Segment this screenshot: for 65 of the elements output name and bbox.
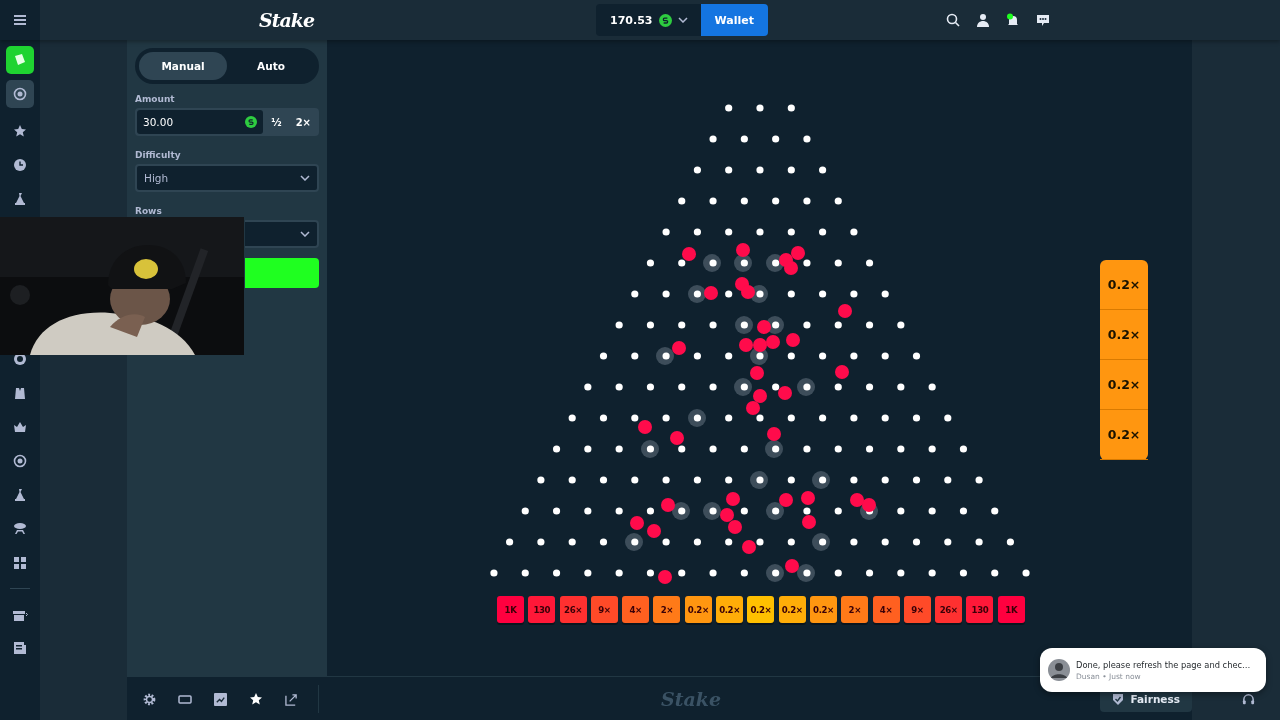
theatre-mode-icon[interactable] [178, 694, 192, 704]
logo[interactable]: Stake [259, 9, 315, 31]
multiplier-slot: 0.2× [778, 596, 806, 623]
coin-icon [245, 116, 257, 128]
chat-icon[interactable] [1036, 13, 1050, 27]
casino-button[interactable] [6, 46, 34, 74]
multiplier-slot: 4× [872, 596, 900, 623]
menu-icon[interactable] [14, 15, 26, 25]
multiplier-slot: 9× [590, 596, 618, 623]
result-tile: 0.2× [1100, 360, 1148, 410]
multiplier-slot: 0.2× [716, 596, 744, 623]
multiplier-slot: 2× [841, 596, 869, 623]
ball-icon [13, 87, 27, 101]
wallet-button[interactable]: Wallet [700, 4, 768, 36]
search-icon[interactable] [946, 13, 960, 27]
bell-icon[interactable] [1006, 13, 1020, 27]
chevron-down-icon [300, 175, 310, 181]
field-label: Rows [135, 206, 163, 216]
shield-icon [1112, 692, 1125, 706]
chevron-down-icon [300, 231, 310, 237]
result-tile: 0.2× [1100, 410, 1148, 460]
field-label: Difficulty [135, 150, 182, 160]
expand-icon[interactable] [285, 692, 298, 706]
result-tile: 0.2× [1100, 260, 1148, 310]
multiplier-slot: 0.2× [747, 596, 775, 623]
multiplier-slot: 130 [528, 596, 556, 623]
user-icon[interactable] [976, 13, 990, 27]
settings-icon[interactable] [143, 692, 156, 706]
multiplier-slot: 0.2× [809, 596, 837, 623]
headset-icon[interactable] [1242, 693, 1255, 706]
chart-icon[interactable] [214, 692, 227, 706]
star-icon[interactable] [249, 692, 263, 706]
multiplier-slot: 1K [497, 596, 524, 623]
amount-field[interactable]: 30.00 [137, 110, 263, 134]
coin-icon [658, 13, 672, 27]
half-button[interactable]: ½ [263, 110, 290, 134]
multiplier-slot: 0.2× [684, 596, 712, 623]
multiplier-slot: 26× [935, 596, 963, 623]
avatar-icon [1048, 659, 1070, 681]
chevron-down-icon [677, 17, 688, 23]
cone-icon[interactable] [13, 192, 27, 206]
multiplier-slot: 4× [622, 596, 650, 623]
mode-tab[interactable]: Auto [227, 52, 315, 80]
result-tile: 0.2× [1100, 310, 1148, 360]
table-icon[interactable] [13, 522, 27, 536]
mode-tab[interactable]: Manual [139, 52, 227, 80]
cone-icon[interactable] [13, 488, 27, 502]
multiplier-slot: 9× [903, 596, 931, 623]
difficulty-select[interactable]: High [135, 164, 319, 192]
multiplier-slot: 1K [997, 596, 1025, 623]
field-label: Amount [135, 94, 176, 104]
multiplier-slot: 2× [653, 596, 681, 623]
crown-icon[interactable] [13, 420, 27, 434]
shirt-icon[interactable] [13, 386, 27, 400]
sports-button[interactable] [6, 80, 34, 108]
multiplier-slot: 26× [559, 596, 587, 623]
target-icon[interactable] [13, 454, 27, 468]
balance-selector[interactable]: 170.53 [596, 4, 701, 36]
grid-icon[interactable] [13, 556, 27, 570]
multiplier-slot: 130 [966, 596, 994, 623]
clock-icon[interactable] [13, 158, 27, 172]
newspaper-icon[interactable] [13, 641, 27, 655]
star-icon[interactable] [13, 124, 27, 138]
toast-message: Done, please refresh the page and chec… [1076, 659, 1251, 670]
double-button[interactable]: 2× [289, 110, 317, 134]
